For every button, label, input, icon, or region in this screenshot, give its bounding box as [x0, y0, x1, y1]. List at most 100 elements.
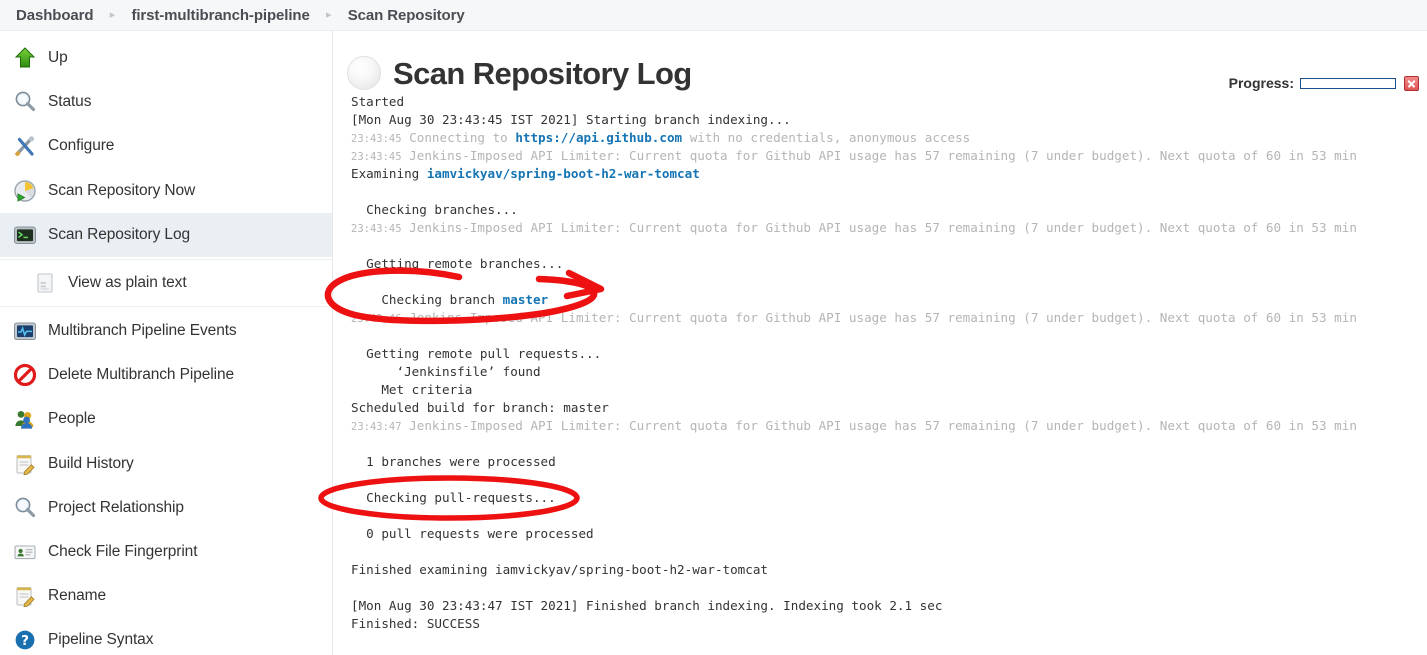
- sidebar-item-label: View as plain text: [68, 273, 187, 291]
- console-line: [Mon Aug 30 23:43:47 IST 2021] Finished …: [351, 598, 943, 613]
- notepad-pencil-icon: [12, 451, 38, 477]
- progress-bar: [1300, 77, 1396, 89]
- console-line: 23:43:45 Jenkins-Imposed API Limiter: Cu…: [351, 219, 1427, 237]
- sidebar-item-label: Configure: [48, 137, 115, 155]
- terminal-icon: [12, 222, 38, 248]
- sidebar-item-label: Up: [48, 49, 68, 67]
- sidebar-item-label: Delete Multibranch Pipeline: [48, 366, 234, 384]
- breadcrumb-separator-icon: ▸: [109, 8, 116, 21]
- progress-area: Progress:: [1229, 75, 1419, 91]
- console-line: Checking branches...: [351, 202, 518, 217]
- sidebar-item-build-history[interactable]: Build History: [0, 442, 332, 486]
- breadcrumb-item-dashboard[interactable]: Dashboard: [16, 7, 94, 24]
- console-text: Checking branch: [351, 292, 503, 307]
- console-line: 23:43:47 Jenkins-Imposed API Limiter: Cu…: [351, 417, 1427, 435]
- console-timestamp: 23:43:47: [351, 421, 402, 433]
- sidebar-item-label: Build History: [48, 454, 134, 472]
- no-entry-icon: [12, 362, 38, 388]
- console-line: Getting remote branches...: [351, 256, 564, 271]
- sidebar-item-label: Project Relationship: [48, 498, 184, 516]
- console-timestamp: 23:43:45: [351, 223, 402, 235]
- console-line: 23:43:45 Connecting to https://api.githu…: [351, 129, 1427, 147]
- sidebar-item-label: Pipeline Syntax: [48, 631, 154, 649]
- sidebar-item-label: Check File Fingerprint: [48, 542, 198, 560]
- sidebar-item-label: Multibranch Pipeline Events: [48, 322, 237, 340]
- console-line: 0 pull requests were processed: [351, 526, 594, 541]
- notepad-pencil-icon: [12, 583, 38, 609]
- sidebar: Up Status Configure Scan Repository Now …: [0, 31, 333, 655]
- sidebar-item-up[interactable]: Up: [0, 36, 332, 80]
- console-text: with no credentials, anonymous access: [682, 130, 971, 145]
- breadcrumb-separator-icon: ▸: [325, 8, 332, 21]
- console-timestamp: 23:43:45: [351, 133, 402, 145]
- page-title: Scan Repository Log: [393, 55, 692, 91]
- sidebar-item-multibranch-pipeline-events[interactable]: Multibranch Pipeline Events: [0, 309, 332, 353]
- console-text: Examining: [351, 166, 427, 181]
- sidebar-item-scan-repository-log[interactable]: Scan Repository Log: [0, 212, 332, 257]
- sidebar-item-project-relationship[interactable]: Project Relationship: [0, 486, 332, 530]
- console-text: Jenkins-Imposed API Limiter: Current quo…: [401, 418, 1357, 433]
- document-icon: [32, 270, 58, 296]
- console-link[interactable]: https://api.github.com: [515, 130, 682, 145]
- console-line: Checking pull-requests...: [351, 490, 556, 505]
- console-line: Started: [351, 94, 405, 109]
- red-x-stop-icon[interactable]: [1404, 75, 1419, 91]
- console-line: Scheduled build for branch: master: [351, 400, 609, 415]
- sidebar-item-label: Scan Repository Now: [48, 181, 196, 199]
- sidebar-item-status[interactable]: Status: [0, 80, 332, 124]
- sidebar-item-label: People: [48, 410, 96, 428]
- sidebar-subgroup: View as plain text: [0, 258, 332, 307]
- console-link[interactable]: iamvickyav/spring-boot-h2-war-tomcat: [427, 166, 700, 181]
- up-arrow-icon: [12, 45, 38, 71]
- console-line: Checking branch master: [351, 291, 1427, 309]
- breadcrumb-item-scan-repository[interactable]: Scan Repository: [348, 7, 465, 24]
- console-line: ‘Jenkinsfile’ found: [351, 364, 541, 379]
- console-line: Getting remote pull requests...: [351, 346, 602, 361]
- people-icon: [12, 406, 38, 432]
- play-clock-icon: [12, 178, 38, 204]
- pulse-monitor-icon: [12, 318, 38, 344]
- page-header: Scan Repository Log Progress:: [347, 31, 1427, 93]
- console-log: Started [Mon Aug 30 23:43:45 IST 2021] St…: [347, 93, 1427, 633]
- sidebar-item-delete-multibranch-pipeline[interactable]: Delete Multibranch Pipeline: [0, 353, 332, 397]
- sidebar-item-scan-repository-now[interactable]: Scan Repository Now: [0, 169, 332, 213]
- console-line: 23:43:46 Jenkins-Imposed API Limiter: Cu…: [351, 309, 1427, 327]
- id-card-icon: [12, 539, 38, 565]
- wrench-screwdriver-icon: [12, 133, 38, 159]
- console-line: Finished: SUCCESS: [351, 616, 480, 631]
- svg-text:?: ?: [21, 634, 29, 650]
- console-text: Connecting to: [401, 130, 516, 145]
- sidebar-item-configure[interactable]: Configure: [0, 124, 332, 168]
- progress-label: Progress:: [1228, 75, 1294, 91]
- sidebar-item-check-file-fingerprint[interactable]: Check File Fingerprint: [0, 530, 332, 574]
- magnifier-icon: [12, 89, 38, 115]
- sidebar-item-label: Rename: [48, 587, 106, 605]
- console-timestamp: 23:43:46: [351, 313, 402, 325]
- grey-ball-icon: [347, 56, 381, 90]
- sidebar-item-view-as-plain-text[interactable]: View as plain text: [0, 260, 332, 306]
- breadcrumb: Dashboard ▸ first-multibranch-pipeline ▸…: [0, 0, 1427, 31]
- console-text: Jenkins-Imposed API Limiter: Current quo…: [401, 220, 1357, 235]
- console-line: 1 branches were processed: [351, 454, 556, 469]
- help-question-icon: ?: [12, 627, 38, 653]
- console-text: Jenkins-Imposed API Limiter: Current quo…: [401, 148, 1357, 163]
- sidebar-item-pipeline-syntax[interactable]: ? Pipeline Syntax: [0, 618, 332, 655]
- console-line: Examining iamvickyav/spring-boot-h2-war-…: [351, 165, 1427, 183]
- console-link[interactable]: master: [503, 292, 549, 307]
- main-content: Scan Repository Log Progress: Started [Mo…: [318, 31, 1427, 655]
- sidebar-item-rename[interactable]: Rename: [0, 574, 332, 618]
- console-line: Met criteria: [351, 382, 473, 397]
- sidebar-item-people[interactable]: People: [0, 397, 332, 441]
- breadcrumb-item-pipeline[interactable]: first-multibranch-pipeline: [131, 7, 309, 24]
- console-text: Jenkins-Imposed API Limiter: Current quo…: [401, 310, 1357, 325]
- console-timestamp: 23:43:45: [351, 151, 402, 163]
- magnifier-icon: [12, 495, 38, 521]
